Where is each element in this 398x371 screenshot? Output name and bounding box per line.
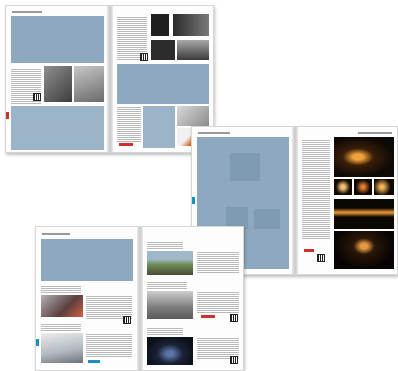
article-text-column xyxy=(41,285,81,293)
page-header-rule xyxy=(358,132,392,134)
page-tab-marker-icon xyxy=(6,112,9,119)
tinted-ad-block xyxy=(11,16,104,63)
product-photo xyxy=(151,14,169,36)
article-text-column xyxy=(117,106,141,142)
brand-logo xyxy=(88,360,100,363)
article-text-column xyxy=(86,295,132,319)
product-photo xyxy=(41,295,83,317)
article-text-column xyxy=(86,333,132,357)
qr-code-icon xyxy=(230,356,238,364)
article-text-column xyxy=(147,241,183,249)
neon-light-photo xyxy=(374,179,394,195)
neon-light-photo xyxy=(334,179,352,195)
article-text-column xyxy=(41,323,81,331)
left-page xyxy=(6,6,107,152)
page-header-rule xyxy=(42,233,70,235)
page-tab-marker-icon xyxy=(192,197,195,204)
night-photo xyxy=(147,337,193,365)
right-page xyxy=(298,127,397,274)
product-photo xyxy=(177,106,209,126)
qr-code-icon xyxy=(123,316,131,324)
building-photo xyxy=(147,251,193,275)
page-tab-marker-icon xyxy=(36,339,39,346)
article-text-column xyxy=(147,281,187,289)
tinted-ad-block xyxy=(143,106,175,148)
page-header-rule xyxy=(198,132,230,134)
product-photo xyxy=(151,40,175,60)
interior-photo xyxy=(147,291,193,319)
right-page xyxy=(143,227,243,370)
product-photo xyxy=(173,14,209,36)
article-text-column xyxy=(147,327,183,335)
article-text-column xyxy=(197,291,239,313)
page-header-rule xyxy=(12,11,42,13)
neon-light-photo xyxy=(334,231,394,269)
neon-light-photo xyxy=(354,179,372,195)
article-text-column xyxy=(302,139,330,239)
article-photo xyxy=(74,66,104,102)
article-text-column xyxy=(197,251,239,273)
article-text-column xyxy=(197,337,239,359)
product-photo xyxy=(177,40,209,60)
brand-logo xyxy=(201,315,215,318)
brand-logo xyxy=(304,249,314,252)
article-photo xyxy=(44,66,72,102)
neon-light-photo xyxy=(334,199,394,229)
tinted-ad-block xyxy=(11,106,104,150)
qr-code-icon xyxy=(33,93,41,101)
tinted-ad-block xyxy=(117,64,209,104)
product-photo xyxy=(41,333,83,363)
ad-inner-panel xyxy=(230,153,260,181)
magazine-spread-bottom xyxy=(35,226,244,371)
left-page xyxy=(36,227,137,370)
qr-code-icon xyxy=(230,314,238,322)
magazine-spread-top xyxy=(5,5,214,153)
qr-code-icon xyxy=(140,53,148,61)
neon-light-photo xyxy=(334,137,394,177)
qr-code-icon xyxy=(317,254,325,262)
brand-logo xyxy=(119,143,133,146)
tinted-ad-block xyxy=(41,239,133,281)
ad-inner-panel xyxy=(254,209,280,229)
